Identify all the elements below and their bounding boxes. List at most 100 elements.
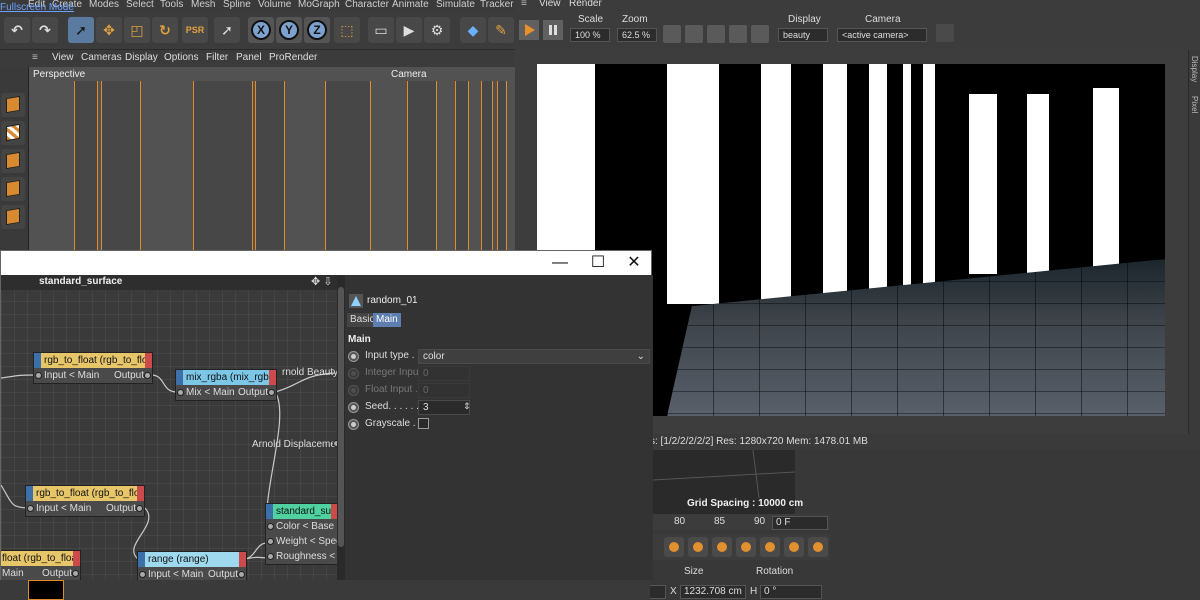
region-icon[interactable] (663, 25, 681, 43)
input-type-select[interactable]: color ⌄ (418, 349, 650, 364)
redo-button[interactable]: ↷ (32, 17, 58, 43)
animate-radio[interactable] (348, 402, 359, 413)
psr-button[interactable]: PSR (182, 17, 208, 43)
node-range[interactable]: range (range) Input < Main Output (137, 551, 247, 581)
input-port[interactable] (267, 538, 274, 545)
viewport-menu-prorender[interactable]: ProRender (269, 52, 317, 63)
record-key-button[interactable] (664, 537, 684, 557)
input-port[interactable] (267, 523, 274, 530)
pillar-object[interactable] (407, 81, 437, 250)
pillar-object[interactable] (455, 81, 469, 250)
window-titlebar[interactable]: — ☐ ✕ (1, 251, 651, 275)
side-tab-pixel[interactable]: Pixel (1190, 96, 1199, 113)
display-select[interactable]: beauty (778, 28, 828, 42)
menu-character[interactable]: Character (345, 0, 389, 10)
menu-mograph[interactable]: MoGraph (298, 0, 340, 10)
points-mode-button[interactable] (1, 149, 25, 173)
menu-spline[interactable]: Spline (223, 0, 251, 10)
snapshot-camera-icon[interactable] (936, 24, 954, 42)
size-x-field[interactable]: 1232.708 cm (680, 585, 746, 599)
y-axis-button[interactable]: Y (276, 17, 302, 43)
cube-object-button[interactable]: ◆ (460, 17, 486, 43)
pillar-object[interactable] (497, 81, 507, 250)
hamburger-icon[interactable]: ≡ (32, 52, 38, 63)
pen-tool-button[interactable]: ✎ (488, 17, 514, 43)
tab-main[interactable]: Main (373, 313, 401, 327)
globe-icon[interactable] (685, 25, 703, 43)
animate-radio[interactable] (348, 351, 359, 362)
model-mode-button[interactable] (1, 93, 25, 117)
render-picture-viewer-button[interactable]: ▶ (396, 17, 422, 43)
input-port[interactable] (267, 553, 274, 560)
live-selection-button[interactable]: ➚ (68, 17, 94, 43)
maximize-icon[interactable]: ☐ (583, 253, 613, 273)
hamburger-icon[interactable]: ≡ (521, 0, 527, 9)
key-pla-button[interactable] (784, 537, 804, 557)
material-swatch[interactable] (28, 580, 64, 600)
viewport-menu-filter[interactable]: Filter (206, 52, 228, 63)
input-port[interactable] (27, 505, 34, 512)
animate-radio[interactable] (348, 368, 359, 379)
stepper-icon[interactable]: ⇕ (463, 401, 471, 412)
z-axis-button[interactable]: Z (304, 17, 330, 43)
node-rgb-to-float-3[interactable]: float (rgb_to_float) Main Output (1, 550, 81, 581)
move-tool-button[interactable]: ✥ (96, 17, 122, 43)
pillar-object[interactable] (193, 81, 253, 250)
menu-mesh[interactable]: Mesh (191, 0, 215, 10)
viewport-menu-panel[interactable]: Panel (236, 52, 262, 63)
key-scale-button[interactable] (712, 537, 732, 557)
menu-animate[interactable]: Animate (392, 0, 429, 10)
float-input-field[interactable]: 0 (418, 383, 470, 398)
animate-radio[interactable] (348, 385, 359, 396)
crop-icon[interactable] (707, 25, 725, 43)
output-port[interactable] (268, 389, 275, 396)
edges-mode-button[interactable] (1, 177, 25, 201)
pillar-object[interactable] (74, 81, 98, 250)
perspective-viewport[interactable]: Perspective Camera (28, 67, 515, 250)
menu-select[interactable]: Select (126, 0, 154, 10)
node-standard-surface[interactable]: standard_surf Color < Base < Weight < Sp… (265, 503, 337, 565)
node-graph-canvas[interactable]: standard_surface ✥ ⇩ rgb_to_float (rgb_t… (1, 275, 337, 581)
animate-radio[interactable] (348, 419, 359, 430)
input-port[interactable] (35, 372, 42, 379)
render-menu-view[interactable]: View (539, 0, 561, 9)
lock-icon[interactable] (751, 25, 769, 43)
pause-render-button[interactable] (543, 20, 563, 40)
render-menu-render[interactable]: Render (569, 0, 602, 9)
undo-button[interactable]: ↶ (4, 17, 30, 43)
scale-tool-button[interactable]: ◰ (124, 17, 150, 43)
node-rgb-to-float-2[interactable]: rgb_to_float (rgb_to_float) Input < Main… (25, 485, 145, 517)
mini-viewport[interactable]: Grid Spacing : 10000 cm (653, 450, 803, 514)
input-port[interactable] (139, 571, 146, 578)
output-port[interactable] (72, 570, 79, 577)
pillar-object[interactable] (325, 81, 371, 250)
rotate-tool-button[interactable]: ↻ (152, 17, 178, 43)
output-port[interactable] (136, 505, 143, 512)
rotation-h-field[interactable]: 0 ° (760, 585, 822, 599)
coordinate-system-button[interactable]: ⬚ (334, 17, 360, 43)
pillar-object[interactable] (481, 81, 493, 250)
key-rotation-button[interactable] (736, 537, 756, 557)
pillar-object[interactable] (101, 81, 141, 250)
output-port[interactable] (238, 571, 245, 578)
film-strip-button[interactable] (808, 537, 828, 557)
grayscale-checkbox[interactable] (418, 418, 429, 429)
menu-volume[interactable]: Volume (258, 0, 291, 10)
scale-field[interactable]: 100 % (570, 28, 610, 42)
node-rgb-to-float-1[interactable]: rgb_to_float (rgb_to_float) Input < Main… (33, 352, 153, 384)
side-tab-display[interactable]: Display (1190, 56, 1199, 82)
menu-modes[interactable]: Modes (89, 0, 119, 10)
viewport-menu-view[interactable]: View (52, 52, 74, 63)
render-settings-button[interactable]: ⚙ (424, 17, 450, 43)
menu-simulate[interactable]: Simulate (436, 0, 475, 10)
polygons-mode-button[interactable] (1, 205, 25, 229)
close-icon[interactable]: ✕ (619, 253, 649, 273)
key-parameter-button[interactable] (760, 537, 780, 557)
fullscreen-mode-link[interactable]: Fullscreen Mode (0, 2, 74, 12)
menu-tracker[interactable]: Tracker (480, 0, 514, 10)
menu-tools[interactable]: Tools (160, 0, 183, 10)
minimize-icon[interactable]: — (545, 253, 575, 273)
viewport-menu-cameras[interactable]: Cameras (81, 52, 122, 63)
render-view-button[interactable]: ▭ (368, 17, 394, 43)
x-axis-button[interactable]: X (248, 17, 274, 43)
